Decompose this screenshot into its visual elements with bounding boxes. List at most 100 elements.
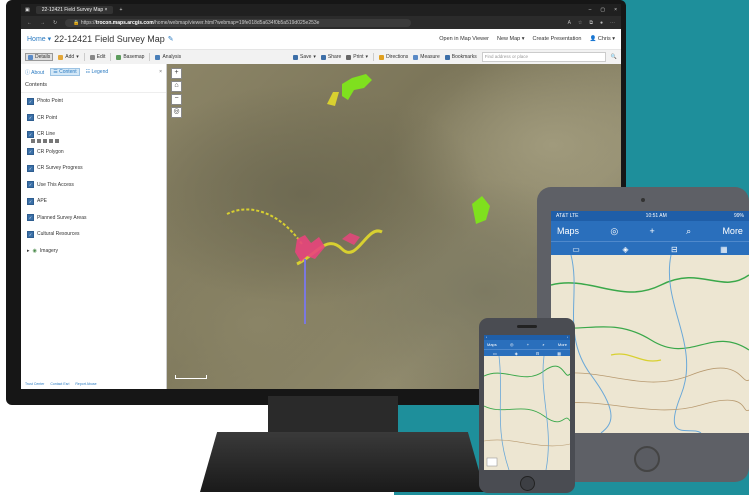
- measure-button[interactable]: Measure: [413, 54, 440, 60]
- directions-icon: [379, 54, 385, 60]
- details-icon: [28, 54, 33, 60]
- edit-label: Edit: [96, 54, 106, 60]
- analysis-label: Analysis: [162, 54, 182, 60]
- layer-item[interactable]: ✓ APE: [21, 193, 166, 210]
- user-menu[interactable]: 👤 Chris ▾: [589, 36, 615, 42]
- checkbox[interactable]: ✓: [27, 130, 34, 138]
- browser-tab[interactable]: 22-12421 Field Survey Map ×: [35, 6, 114, 14]
- checkbox[interactable]: ✓: [27, 181, 34, 189]
- expand-icon[interactable]: ▸: [27, 248, 30, 254]
- layer-label: Imagery: [39, 247, 58, 254]
- analysis-icon[interactable]: [49, 138, 53, 143]
- layers-icon[interactable]: ◎: [510, 342, 514, 347]
- zoom-out-button[interactable]: −: [171, 94, 182, 105]
- browser-actions: A ☆ ⧉ ● ⋯: [568, 20, 615, 26]
- locate-button[interactable]: ◎: [171, 107, 182, 118]
- layers-icon[interactable]: ◎: [610, 226, 618, 237]
- layer-item[interactable]: ✓ CR Point: [21, 110, 166, 127]
- maps-button[interactable]: Maps: [557, 226, 579, 236]
- checkbox[interactable]: ✓: [27, 230, 34, 238]
- grid-icon[interactable]: ▦: [720, 245, 728, 254]
- tab-content[interactable]: ☰ Content: [50, 68, 80, 76]
- layer-item[interactable]: ✓ Planned Survey Areas: [21, 210, 166, 227]
- new-tab-button[interactable]: +: [119, 7, 122, 13]
- window-menu-icon[interactable]: ▣: [25, 7, 30, 13]
- contact-esri-link[interactable]: Contact Esri: [50, 382, 69, 386]
- checkbox[interactable]: ✓: [27, 197, 34, 205]
- checkbox[interactable]: ✓: [27, 114, 34, 122]
- print-button[interactable]: Print ▾: [346, 54, 368, 60]
- phone-home-button[interactable]: [520, 476, 535, 491]
- window-controls: – ▢ ×: [589, 7, 617, 13]
- layer-item[interactable]: ✓ Photo Point: [21, 93, 166, 110]
- tablet-home-button[interactable]: [634, 446, 660, 472]
- checkbox[interactable]: ✓: [27, 97, 34, 105]
- open-map-viewer-link[interactable]: Open in Map Viewer: [439, 36, 489, 42]
- layer-item[interactable]: ✓ Cultural Resources: [21, 226, 166, 243]
- collections-icon[interactable]: ⧉: [589, 20, 593, 26]
- home-link[interactable]: Home ▾: [27, 35, 51, 43]
- details-button[interactable]: Details: [25, 53, 54, 61]
- layer-group-imagery[interactable]: ▸ ◉ Imagery: [21, 243, 166, 260]
- directions-label: Directions: [386, 54, 409, 60]
- zoom-in-button[interactable]: +: [171, 68, 182, 79]
- layer-item[interactable]: ✓ CR Survey Progress: [21, 160, 166, 177]
- more-options-icon[interactable]: ⋯: [610, 20, 615, 26]
- checkbox[interactable]: ✓: [27, 164, 34, 172]
- save-button[interactable]: Save ▾: [293, 54, 316, 60]
- panel-close-button[interactable]: ×: [159, 69, 162, 75]
- tab-legend[interactable]: ☷ Legend: [86, 69, 109, 75]
- search-icon[interactable]: ⌕: [542, 342, 544, 347]
- trust-center-link[interactable]: Trust Center: [25, 382, 44, 386]
- add-icon[interactable]: +: [650, 226, 655, 236]
- bookmark-icon: [444, 54, 450, 60]
- share-label: Share: [327, 54, 342, 60]
- edit-button[interactable]: Edit: [89, 54, 106, 60]
- layers-stack-icon[interactable]: ◈: [622, 245, 628, 254]
- add-button[interactable]: Add ▾: [58, 54, 79, 60]
- basemap-button[interactable]: Basemap: [116, 54, 144, 60]
- more-button[interactable]: More: [558, 342, 567, 347]
- favorite-icon[interactable]: ☆: [578, 20, 582, 26]
- share-icon: [320, 54, 326, 60]
- url-field[interactable]: 🔒 https://trocon.maps.arcgis.com/home/we…: [65, 18, 412, 27]
- share-button[interactable]: Share: [320, 54, 342, 60]
- measure-icon[interactable]: ⊟: [671, 245, 678, 254]
- close-window-button[interactable]: ×: [614, 7, 617, 13]
- layer-item[interactable]: ✓ Use This Access: [21, 177, 166, 194]
- tab-about[interactable]: ⓘ About: [25, 69, 44, 76]
- home-view-button[interactable]: ⌂: [171, 81, 182, 92]
- table-icon[interactable]: [31, 138, 35, 143]
- more-icon[interactable]: [55, 138, 59, 143]
- new-map-menu[interactable]: New Map ▾: [497, 36, 525, 42]
- minimize-button[interactable]: –: [589, 7, 592, 13]
- back-icon[interactable]: ←: [27, 20, 32, 26]
- survey-line-yellow: [226, 208, 303, 245]
- layer-item[interactable]: ✓ CR Polygon: [21, 144, 166, 161]
- profile-icon[interactable]: ●: [600, 20, 603, 26]
- legend-icon[interactable]: [37, 138, 41, 143]
- phone-topo-map[interactable]: [484, 356, 570, 470]
- read-aloud-icon[interactable]: A: [568, 20, 571, 26]
- checkbox[interactable]: ✓: [27, 214, 34, 222]
- maximize-button[interactable]: ▢: [600, 7, 605, 13]
- edit-title-icon[interactable]: ✎: [168, 35, 174, 43]
- directions-button[interactable]: Directions: [379, 54, 408, 60]
- frame-icon[interactable]: ▭: [572, 245, 580, 254]
- bookmarks-button[interactable]: Bookmarks: [444, 54, 477, 60]
- filter-icon[interactable]: [43, 138, 47, 143]
- report-abuse-link[interactable]: Report Abuse: [75, 382, 96, 386]
- analysis-button[interactable]: Analysis: [155, 54, 181, 60]
- more-button[interactable]: More: [722, 226, 743, 236]
- maps-button[interactable]: Maps: [487, 342, 497, 347]
- find-address-input[interactable]: Find address or place: [481, 52, 606, 62]
- search-icon[interactable]: ⌕: [686, 226, 691, 237]
- forward-icon[interactable]: →: [40, 20, 45, 26]
- tablet-topo-map[interactable]: [551, 255, 749, 433]
- search-icon[interactable]: 🔍: [611, 54, 617, 60]
- refresh-icon[interactable]: ↻: [53, 20, 57, 26]
- add-icon[interactable]: +: [527, 342, 529, 347]
- tablet-camera: [641, 198, 645, 202]
- create-presentation-link[interactable]: Create Presentation: [533, 36, 582, 42]
- checkbox[interactable]: ✓: [27, 148, 34, 156]
